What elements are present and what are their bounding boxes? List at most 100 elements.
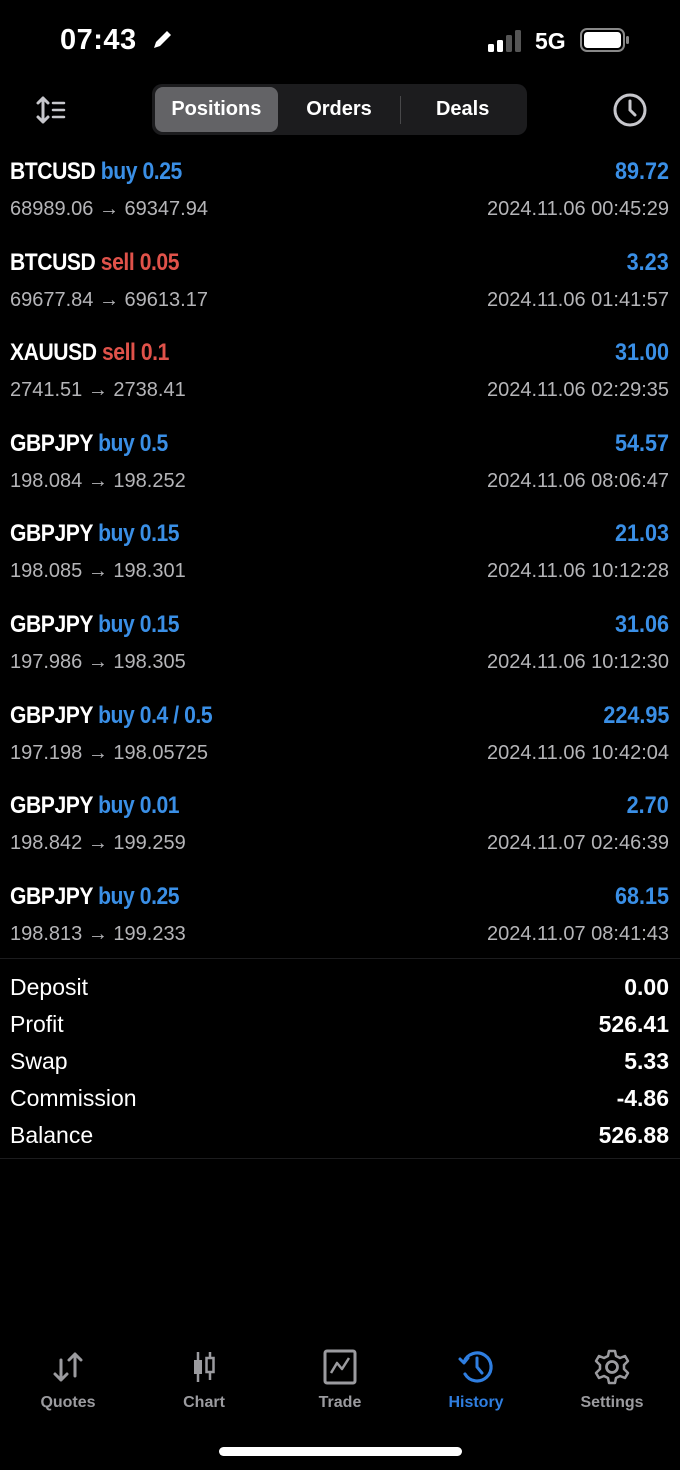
deal-row[interactable]: GBPJPY buy 0.01 198.842 → 199.259 2.70 2024… — [0, 784, 680, 875]
status-time: 07:43 — [60, 24, 137, 56]
deal-volume: 0.4 / 0.5 — [139, 701, 213, 729]
summary-value: 526.41 — [598, 1011, 669, 1037]
deal-profit: 31.00 — [614, 339, 669, 367]
deal-side: buy 0.25 — [98, 883, 179, 910]
deal-symbol: GBPJPY — [10, 792, 93, 820]
deal-close-price: 198.252 — [113, 469, 186, 492]
summary-row-commission: Commission -4.86 — [0, 1080, 680, 1117]
bottom-tab-bar: Quotes Chart Trade History Settings — [0, 1348, 680, 1418]
deal-side-type: buy — [98, 610, 135, 638]
clock-icon[interactable] — [612, 92, 648, 128]
deal-open-price: 198.842 — [10, 832, 83, 855]
deal-open-price: 197.198 — [10, 741, 83, 764]
summary-row-swap: Swap 5.33 — [0, 1043, 680, 1080]
tab-orders[interactable]: Orders — [278, 87, 401, 132]
arrow-right-icon: → — [82, 650, 114, 673]
deal-side: buy 0.15 — [98, 520, 179, 547]
tab-deals[interactable]: Deals — [401, 87, 524, 132]
trade-icon — [323, 1349, 357, 1385]
summary-label: Commission — [10, 1085, 137, 1111]
deal-open-price: 198.085 — [10, 560, 83, 583]
pencil-icon — [154, 31, 171, 48]
deal-symbol-line: GBPJPY buy 0.4 / 0.5 — [10, 701, 213, 730]
deal-close-price: 199.233 — [113, 922, 186, 945]
deal-close-price: 69347.94 — [124, 198, 208, 220]
deal-prices: 2741.51 → 2738.41 — [10, 379, 186, 402]
deal-volume: 0.15 — [139, 610, 180, 638]
arrow-right-icon: → — [82, 832, 114, 855]
deal-profit: 31.06 — [614, 610, 669, 638]
deal-profit: 2.70 — [626, 792, 669, 820]
deal-row[interactable]: BTCUSD sell 0.05 69677.84 → 69613.17 3.23 2… — [0, 241, 680, 332]
deal-prices: 198.813 → 199.233 — [10, 923, 186, 946]
arrow-right-icon: → — [82, 560, 114, 583]
deal-side-type: sell — [100, 248, 135, 276]
deal-volume: 0.05 — [139, 248, 180, 276]
deal-profit: 21.03 — [614, 520, 669, 548]
deal-close-price: 198.301 — [113, 560, 186, 583]
tab-label: History — [448, 1394, 504, 1411]
deal-prices: 197.198 → 198.05725 — [10, 742, 208, 765]
deal-symbol: GBPJPY — [10, 520, 93, 548]
deal-close-price: 69613.17 — [124, 288, 208, 311]
deal-profit: 89.72 — [614, 158, 669, 185]
deal-symbol-line: GBPJPY buy 0.01 — [10, 792, 180, 820]
quotes-icon — [53, 1352, 83, 1382]
deal-side-type: buy — [98, 701, 135, 729]
summary-value: -4.86 — [616, 1085, 669, 1111]
summary-row-balance: Balance 526.88 — [0, 1117, 680, 1154]
summary-value: 5.33 — [624, 1048, 669, 1074]
tab-history[interactable]: History — [408, 1348, 544, 1418]
deal-close-price: 199.259 — [113, 832, 186, 855]
deal-open-price: 2741.51 — [10, 379, 83, 402]
tab-label: Chart — [183, 1394, 225, 1411]
sort-icon[interactable] — [34, 94, 68, 126]
tab-label: Quotes — [40, 1394, 96, 1411]
deal-symbol-line: GBPJPY buy 0.15 — [10, 520, 180, 548]
status-bar: 07:43 5G — [0, 0, 680, 80]
deal-side: buy 0.15 — [98, 611, 179, 638]
deal-row[interactable]: GBPJPY buy 0.4 / 0.5 197.198 → 198.05725 2… — [0, 694, 680, 785]
deal-time: 2024.11.06 10:42:04 — [486, 741, 669, 764]
deal-side: buy 0.01 — [98, 792, 179, 819]
deal-prices: 198.085 → 198.301 — [10, 560, 186, 583]
summary-value: 0.00 — [624, 974, 669, 1000]
deal-close-price: 2738.41 — [113, 379, 186, 402]
tab-quotes[interactable]: Quotes — [0, 1348, 136, 1418]
deal-profit: 224.95 — [602, 701, 669, 729]
deal-symbol: XAUUSD — [10, 339, 97, 367]
arrow-right-icon: → — [82, 922, 114, 945]
tab-positions[interactable]: Positions — [155, 87, 278, 132]
deal-profit: 54.57 — [614, 429, 669, 457]
summary-value: 526.88 — [598, 1122, 669, 1148]
deal-row[interactable]: GBPJPY buy 0.25 198.813 → 199.233 68.15 202… — [0, 875, 680, 966]
tab-trade[interactable]: Trade — [272, 1348, 408, 1418]
deal-open-price: 198.084 — [10, 469, 83, 492]
deal-time: 2024.11.07 08:41:43 — [486, 922, 669, 945]
arrow-right-icon: → — [82, 379, 114, 402]
deal-row[interactable]: GBPJPY buy 0.15 197.986 → 198.305 31.06 202… — [0, 603, 680, 694]
deal-open-price: 198.813 — [10, 922, 83, 945]
deal-symbol: BTCUSD — [10, 158, 96, 185]
deal-time: 2024.11.06 02:29:35 — [486, 379, 669, 402]
deal-symbol-line: GBPJPY buy 0.25 — [10, 883, 180, 911]
deal-side-type: buy — [98, 882, 135, 910]
summary-row-profit: Profit 526.41 — [0, 1006, 680, 1043]
home-indicator[interactable] — [219, 1447, 462, 1456]
deal-symbol: GBPJPY — [10, 610, 93, 638]
deal-side: sell 0.05 — [100, 248, 180, 276]
tab-chart[interactable]: Chart — [136, 1348, 272, 1418]
tab-settings[interactable]: Settings — [544, 1348, 680, 1418]
deal-symbol: GBPJPY — [10, 429, 93, 457]
deal-side: buy 0.25 — [101, 158, 182, 185]
deal-row[interactable]: GBPJPY buy 0.15 198.085 → 198.301 21.03 202… — [0, 512, 680, 603]
deal-side-type: buy — [98, 429, 135, 457]
deal-time: 2024.11.06 10:12:28 — [486, 560, 669, 583]
deal-row[interactable]: BTCUSD buy 0.25 68989.06 → 69347.94 89.72 2… — [0, 150, 680, 241]
deal-close-price: 198.305 — [113, 650, 186, 673]
deal-side-type: buy — [98, 520, 135, 548]
deal-row[interactable]: GBPJPY buy 0.5 198.084 → 198.252 54.57 2024… — [0, 422, 680, 513]
arrow-right-icon: → — [82, 741, 114, 764]
deal-open-price: 68989.06 — [10, 198, 94, 220]
deal-row[interactable]: XAUUSD sell 0.1 2741.51 → 2738.41 31.00 202… — [0, 331, 680, 422]
